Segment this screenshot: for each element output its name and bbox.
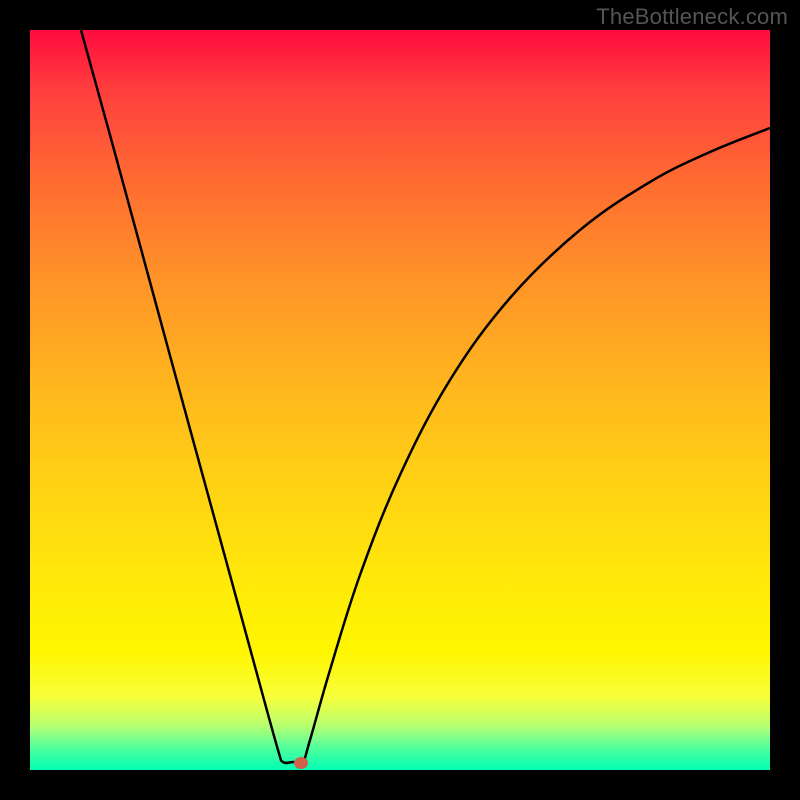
attribution-text: TheBottleneck.com [596, 4, 788, 30]
valley-marker-dot [294, 757, 308, 769]
bottleneck-curve-svg [30, 30, 770, 770]
bottleneck-curve [81, 30, 770, 763]
chart-frame: TheBottleneck.com [0, 0, 800, 800]
plot-area [30, 30, 770, 770]
